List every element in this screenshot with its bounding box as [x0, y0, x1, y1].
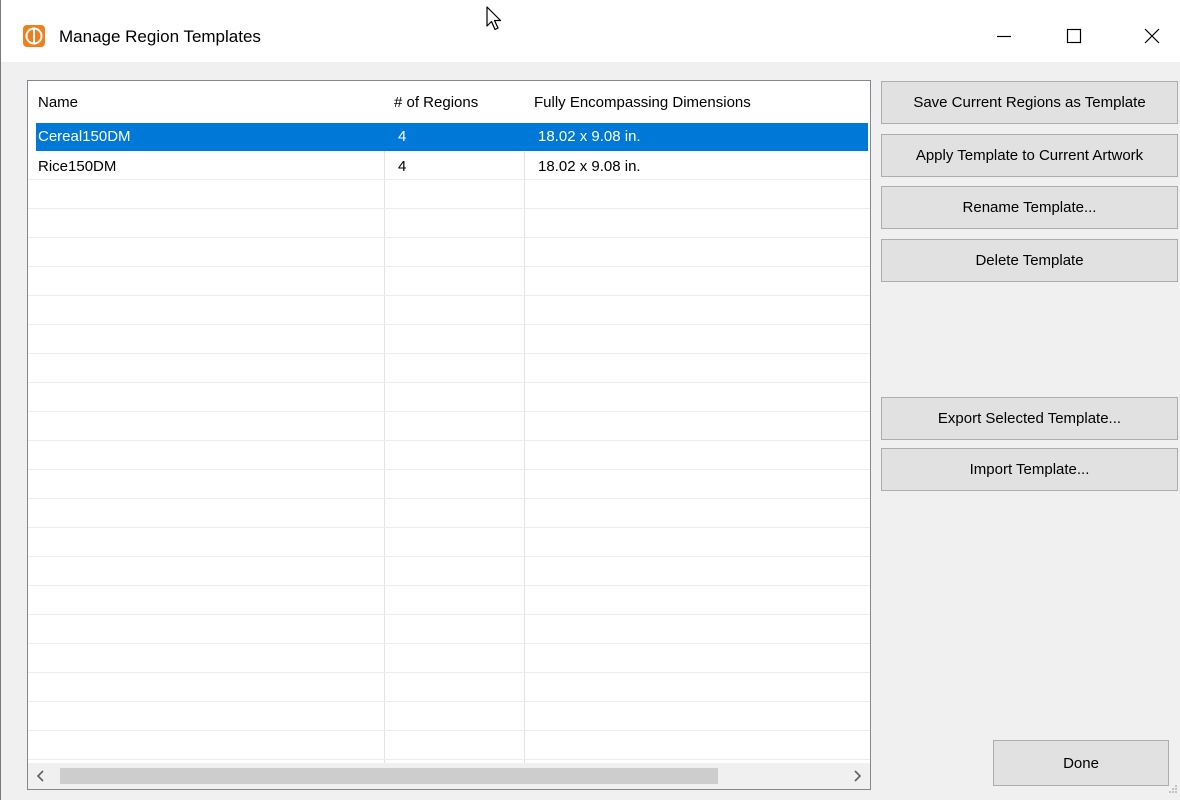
close-icon — [1144, 28, 1160, 44]
rename-template-button[interactable]: Rename Template... — [881, 186, 1178, 229]
resize-grip-icon[interactable] — [1168, 781, 1178, 798]
grid-line — [28, 353, 870, 354]
grid-line — [28, 585, 870, 586]
grid-line — [28, 614, 870, 615]
maximize-icon — [1066, 28, 1082, 44]
column-divider — [524, 123, 525, 763]
export-template-button[interactable]: Export Selected Template... — [881, 397, 1178, 440]
delete-template-button[interactable]: Delete Template — [881, 239, 1178, 282]
grid-line — [28, 759, 870, 760]
close-button[interactable] — [1123, 10, 1180, 62]
table-row-selected[interactable]: Cereal150DM 4 18.02 x 9.08 in. — [36, 123, 868, 151]
mouse-pointer-icon — [486, 6, 504, 36]
minimize-button[interactable] — [975, 10, 1033, 62]
horizontal-scrollbar[interactable] — [28, 763, 870, 789]
minimize-icon — [997, 35, 1011, 38]
cell-regions: 4 — [398, 158, 407, 175]
cell-dimensions: 18.02 x 9.08 in. — [538, 128, 641, 145]
grid-line — [28, 382, 870, 383]
column-header-regions[interactable]: # of Regions — [384, 81, 524, 123]
cell-dimensions: 18.02 x 9.08 in. — [538, 158, 641, 175]
scroll-left-button[interactable] — [28, 763, 54, 789]
dialog-window: Manage Region Templates Name # of Region… — [0, 0, 1180, 800]
import-template-button[interactable]: Import Template... — [881, 448, 1178, 491]
table-row[interactable]: Rice150DM 4 18.02 x 9.08 in. — [28, 153, 870, 181]
grid-line — [28, 411, 870, 412]
grid-line — [28, 295, 870, 296]
cell-name: Rice150DM — [38, 158, 117, 175]
cell-name: Cereal150DM — [38, 128, 131, 145]
grid-line — [28, 324, 870, 325]
column-header-dimensions[interactable]: Fully Encompassing Dimensions — [524, 81, 864, 123]
grid-line — [28, 643, 870, 644]
grid-line — [28, 672, 870, 673]
cell-regions: 4 — [398, 128, 407, 145]
column-divider — [384, 123, 385, 763]
grid-line — [28, 440, 870, 441]
save-template-button[interactable]: Save Current Regions as Template — [881, 81, 1178, 124]
grid-line — [28, 556, 870, 557]
chevron-right-icon — [854, 770, 862, 782]
grid-line — [28, 527, 870, 528]
chevron-left-icon — [36, 770, 44, 782]
app-logo-icon — [23, 25, 45, 47]
scroll-right-button[interactable] — [844, 763, 870, 789]
apply-template-button[interactable]: Apply Template to Current Artwork — [881, 134, 1178, 177]
title-bar[interactable]: Manage Region Templates — [1, 0, 1180, 62]
maximize-button[interactable] — [1045, 10, 1103, 62]
window-title: Manage Region Templates — [59, 27, 261, 46]
templates-list-view[interactable]: Name # of Regions Fully Encompassing Dim… — [27, 80, 871, 790]
grid-line — [28, 237, 870, 238]
done-button[interactable]: Done — [993, 740, 1169, 786]
grid-line — [28, 730, 870, 731]
grid-line — [28, 266, 870, 267]
grid-line — [28, 498, 870, 499]
grid-line — [28, 469, 870, 470]
grid-line — [28, 208, 870, 209]
grid-line — [28, 701, 870, 702]
list-header: Name # of Regions Fully Encompassing Dim… — [28, 81, 870, 123]
scrollbar-thumb[interactable] — [60, 768, 718, 784]
column-header-name[interactable]: Name — [28, 81, 384, 123]
